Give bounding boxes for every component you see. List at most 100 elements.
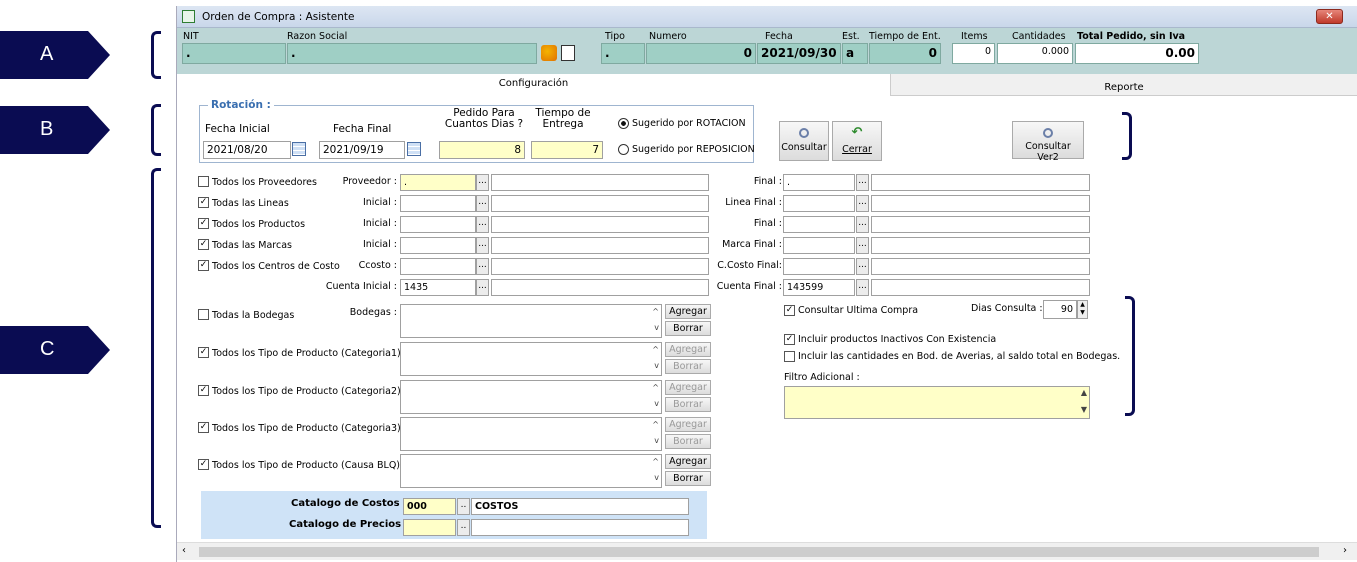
filter-final-input[interactable] — [783, 174, 855, 191]
agregar-button[interactable]: Agregar — [665, 454, 711, 469]
scroll-thumb[interactable] — [199, 547, 1319, 557]
catalogo-precios-code[interactable] — [403, 519, 456, 536]
scroll-left-icon[interactable]: ‹ — [182, 545, 186, 556]
filter-initial-lookup[interactable]: ... — [476, 195, 489, 212]
fecha-inicial-label: Fecha Inicial — [205, 123, 270, 135]
filter-initial-input[interactable] — [400, 237, 476, 254]
borrar-button[interactable]: Borrar — [665, 471, 711, 486]
catalogo-costos-lookup[interactable]: .. — [457, 498, 470, 515]
consultar-ver2-button[interactable]: Consultar Ver2 — [1012, 121, 1084, 163]
filter-initial-input[interactable] — [400, 195, 476, 212]
radio-rotacion[interactable] — [618, 118, 629, 129]
filter-initial-input[interactable] — [400, 216, 476, 233]
filter-final-input[interactable] — [783, 216, 855, 233]
scroll-right-icon[interactable]: › — [1343, 545, 1347, 556]
catalogo-costos-code[interactable] — [403, 498, 456, 515]
filter-all-checkbox[interactable] — [198, 176, 209, 187]
filter-final-desc — [871, 174, 1090, 191]
filter-final-lookup[interactable]: ... — [856, 279, 869, 296]
filter-initial-lookup[interactable]: ... — [476, 237, 489, 254]
filter-final-lookup[interactable]: ... — [856, 258, 869, 275]
borrar-button[interactable]: Borrar — [665, 321, 711, 336]
filter-all-checkbox[interactable]: ✓ — [198, 260, 209, 271]
filter-final-label: Cuenta Final : — [716, 281, 782, 292]
horizontal-scrollbar[interactable]: ‹ › — [177, 542, 1357, 560]
ultima-compra-checkbox[interactable]: ✓ — [784, 305, 795, 316]
pedido-dias-input[interactable] — [439, 141, 525, 159]
agregar-button[interactable]: Agregar — [665, 342, 711, 357]
fecha-final-input[interactable] — [319, 141, 405, 159]
filter-final-input[interactable] — [783, 279, 855, 296]
borrar-button[interactable]: Borrar — [665, 434, 711, 449]
borrar-button[interactable]: Borrar — [665, 359, 711, 374]
filter-all-checkbox[interactable]: ✓ — [198, 218, 209, 229]
document-icon[interactable] — [561, 45, 575, 61]
dias-spinner[interactable]: ▲ ▼ — [1077, 300, 1088, 319]
list-box[interactable]: ^ v — [400, 380, 662, 414]
filter-initial-lookup[interactable]: ... — [476, 279, 489, 296]
nit-label: NIT — [183, 31, 199, 42]
agregar-button[interactable]: Agregar — [665, 417, 711, 432]
filter-initial-label: Proveedor : — [342, 176, 397, 187]
agregar-button[interactable]: Agregar — [665, 380, 711, 395]
radio-reposicion[interactable] — [618, 144, 629, 155]
filter-final-input[interactable] — [783, 258, 855, 275]
list-box[interactable]: ^ v — [400, 417, 662, 451]
tiempo-entrega-input[interactable] — [531, 141, 603, 159]
tipo-field: . — [601, 43, 645, 64]
filter-final-desc — [871, 258, 1090, 275]
brace-c — [151, 168, 161, 528]
fecha-inicial-input[interactable] — [203, 141, 291, 159]
list-box[interactable]: ^ v — [400, 304, 662, 338]
filter-final-input[interactable] — [783, 237, 855, 254]
filter-final-lookup[interactable]: ... — [856, 195, 869, 212]
filter-final-input[interactable] — [783, 195, 855, 212]
filter-initial-desc — [491, 279, 709, 296]
window-title: Orden de Compra : Asistente — [202, 11, 355, 23]
borrar-button[interactable]: Borrar — [665, 397, 711, 412]
filter-initial-desc — [491, 258, 709, 275]
close-button[interactable]: ✕ — [1316, 9, 1343, 24]
filter-initial-label: Inicial : — [362, 197, 397, 208]
magnifier-icon — [799, 128, 809, 138]
list-all-checkbox[interactable]: ✓ — [198, 459, 209, 470]
list-all-checkbox[interactable] — [198, 309, 209, 320]
list-all-label: Todas la Bodegas — [212, 310, 295, 321]
catalogo-precios-lookup[interactable]: .. — [457, 519, 470, 536]
tab-configuracion[interactable]: Configuración — [177, 74, 890, 96]
cerrar-button[interactable]: ↶ Cerrar — [832, 121, 882, 161]
filter-initial-lookup[interactable]: ... — [476, 258, 489, 275]
filter-initial-label: Ccosto : — [358, 260, 397, 271]
filtro-adicional-textarea[interactable]: ▲ ▼ — [784, 386, 1090, 419]
agregar-button[interactable]: Agregar — [665, 304, 711, 319]
dias-consulta-input[interactable] — [1043, 300, 1077, 319]
list-all-checkbox[interactable]: ✓ — [198, 385, 209, 396]
filter-all-checkbox[interactable]: ✓ — [198, 197, 209, 208]
filter-initial-lookup[interactable]: ... — [476, 174, 489, 191]
tiempo-label: Tiempo de Ent. — [869, 31, 941, 42]
averias-checkbox[interactable] — [784, 351, 795, 362]
filter-initial-input[interactable] — [400, 258, 476, 275]
list-all-label: Todos los Tipo de Producto (Categoria1) — [212, 348, 401, 359]
filter-initial-input[interactable] — [400, 279, 476, 296]
filter-all-checkbox[interactable]: ✓ — [198, 239, 209, 250]
filter-initial-input[interactable] — [400, 174, 476, 191]
filter-final-label: Marca Final : — [722, 239, 782, 250]
list-box[interactable]: ^ v — [400, 342, 662, 376]
tab-reporte[interactable]: Reporte — [890, 74, 1357, 96]
filter-final-lookup[interactable]: ... — [856, 237, 869, 254]
filter-initial-desc — [491, 237, 709, 254]
list-box[interactable]: ^ v — [400, 454, 662, 488]
nit-field[interactable]: . — [182, 43, 286, 64]
inactivos-checkbox[interactable]: ✓ — [784, 334, 795, 345]
razon-field[interactable]: . — [287, 43, 537, 64]
consultar-button[interactable]: Consultar — [779, 121, 829, 161]
filter-final-lookup[interactable]: ... — [856, 216, 869, 233]
people-icon[interactable] — [541, 45, 557, 61]
calendar-icon[interactable] — [292, 142, 306, 156]
list-all-checkbox[interactable]: ✓ — [198, 422, 209, 433]
filter-initial-lookup[interactable]: ... — [476, 216, 489, 233]
list-all-checkbox[interactable]: ✓ — [198, 347, 209, 358]
filter-final-lookup[interactable]: ... — [856, 174, 869, 191]
calendar-icon[interactable] — [407, 142, 421, 156]
